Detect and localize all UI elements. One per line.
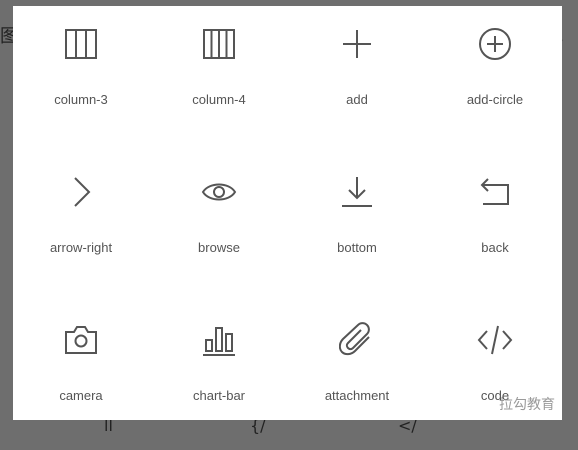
icon-tile-bottom[interactable]: bottom [288, 154, 426, 302]
icon-label: bottom [337, 240, 377, 255]
icon-label: chart-bar [192, 388, 246, 403]
icon-grid: column-3 column-4 add add-circle arrow-r… [12, 6, 562, 450]
add-icon [339, 26, 375, 62]
icon-tile-camera[interactable]: camera [12, 302, 150, 450]
icon-tile-arrow-right[interactable]: arrow-right [12, 154, 150, 302]
icon-tile-add-circle[interactable]: add-circle [426, 6, 564, 154]
attachment-icon [339, 322, 375, 358]
icon-tile-column-3[interactable]: column-3 [12, 6, 150, 154]
column-4-icon [201, 26, 237, 62]
watermark-text: 拉勾教育 [499, 397, 555, 413]
icon-tile-add[interactable]: add [288, 6, 426, 154]
add-circle-icon [477, 26, 513, 62]
icon-tile-column-4[interactable]: column-4 [150, 6, 288, 154]
back-icon [477, 174, 513, 210]
browse-icon [201, 174, 237, 210]
icon-label: add [346, 92, 368, 107]
code-icon [477, 322, 513, 358]
icon-tile-chart-bar[interactable]: chart-bar [150, 302, 288, 450]
icon-tile-code[interactable]: code [426, 302, 564, 450]
icon-label: attachment [324, 388, 390, 403]
icon-label: column-4 [192, 92, 246, 107]
icon-label: arrow-right [49, 240, 113, 255]
arrow-right-icon [63, 174, 99, 210]
icon-tile-back[interactable]: back [426, 154, 564, 302]
icon-gallery-card: column-3 column-4 add add-circle arrow-r… [13, 6, 562, 420]
icon-label: column-3 [54, 92, 108, 107]
icon-tile-attachment[interactable]: attachment [288, 302, 426, 450]
icon-label: back [481, 240, 509, 255]
camera-icon [63, 322, 99, 358]
column-3-icon [63, 26, 99, 62]
icon-label: camera [59, 388, 103, 403]
icon-label: add-circle [466, 92, 524, 107]
icon-label: browse [198, 240, 240, 255]
icon-tile-browse[interactable]: browse [150, 154, 288, 302]
bottom-icon [339, 174, 375, 210]
chart-bar-icon [201, 322, 237, 358]
